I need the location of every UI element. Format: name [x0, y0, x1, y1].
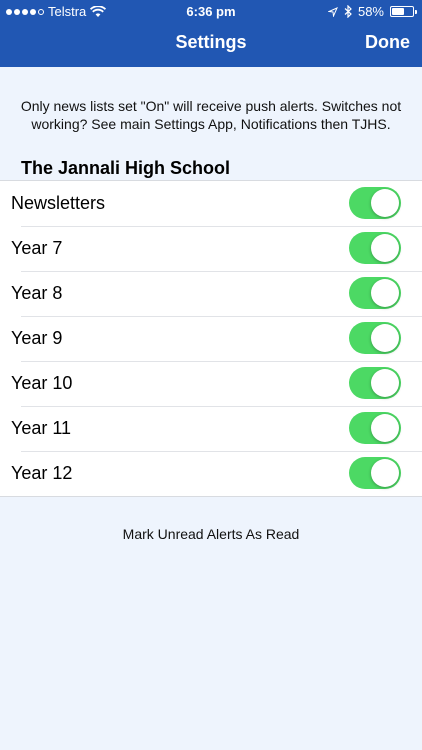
toggle-knob: [371, 369, 399, 397]
list-item-label: Year 11: [11, 418, 72, 438]
toggle-knob: [371, 459, 399, 487]
battery-icon: [390, 6, 417, 17]
list-item-year-9: Year 9: [0, 316, 422, 361]
status-bar: Telstra 6:36 pm 58%: [0, 0, 422, 22]
list-item-year-10: Year 10: [0, 361, 422, 406]
list-item-label: Newsletters: [11, 193, 106, 213]
news-list-settings: Newsletters Year 7 Year 8 Year 9 Year 10…: [0, 180, 422, 497]
list-item-label: Year 10: [11, 373, 73, 393]
battery-percent: 58%: [357, 4, 384, 19]
list-item-year-8: Year 8: [0, 271, 422, 316]
year-10-toggle[interactable]: [349, 367, 401, 399]
toggle-knob: [371, 324, 399, 352]
push-alert-notice: Only news lists set "On" will receive pu…: [20, 98, 402, 132]
list-item-year-12: Year 12: [0, 451, 422, 496]
list-item-newsletters: Newsletters: [0, 181, 422, 226]
list-item-year-7: Year 7: [0, 226, 422, 271]
toggle-knob: [371, 234, 399, 262]
year-7-toggle[interactable]: [349, 232, 401, 264]
done-button[interactable]: Done: [365, 32, 410, 53]
newsletters-toggle[interactable]: [349, 187, 401, 219]
toggle-knob: [371, 279, 399, 307]
year-11-toggle[interactable]: [349, 412, 401, 444]
list-item-label: Year 12: [11, 463, 73, 483]
list-item-label: Year 8: [11, 283, 63, 303]
year-9-toggle[interactable]: [349, 322, 401, 354]
location-arrow-icon: [327, 6, 338, 17]
navigation-header: Telstra 6:36 pm 58% Settings Done: [0, 0, 422, 67]
section-title: The Jannali High School: [21, 158, 231, 178]
toggle-knob: [371, 189, 399, 217]
toggle-knob: [371, 414, 399, 442]
page-title: Settings: [175, 32, 247, 52]
list-item-label: Year 9: [11, 328, 63, 348]
year-12-toggle[interactable]: [349, 457, 401, 489]
year-8-toggle[interactable]: [349, 277, 401, 309]
battery-fill: [392, 8, 404, 15]
bluetooth-icon: [344, 5, 352, 18]
list-item-label: Year 7: [11, 238, 63, 258]
status-right: 58%: [327, 4, 417, 19]
mark-unread-alerts-read-button[interactable]: Mark Unread Alerts As Read: [0, 526, 422, 542]
list-item-year-11: Year 11: [0, 406, 422, 451]
